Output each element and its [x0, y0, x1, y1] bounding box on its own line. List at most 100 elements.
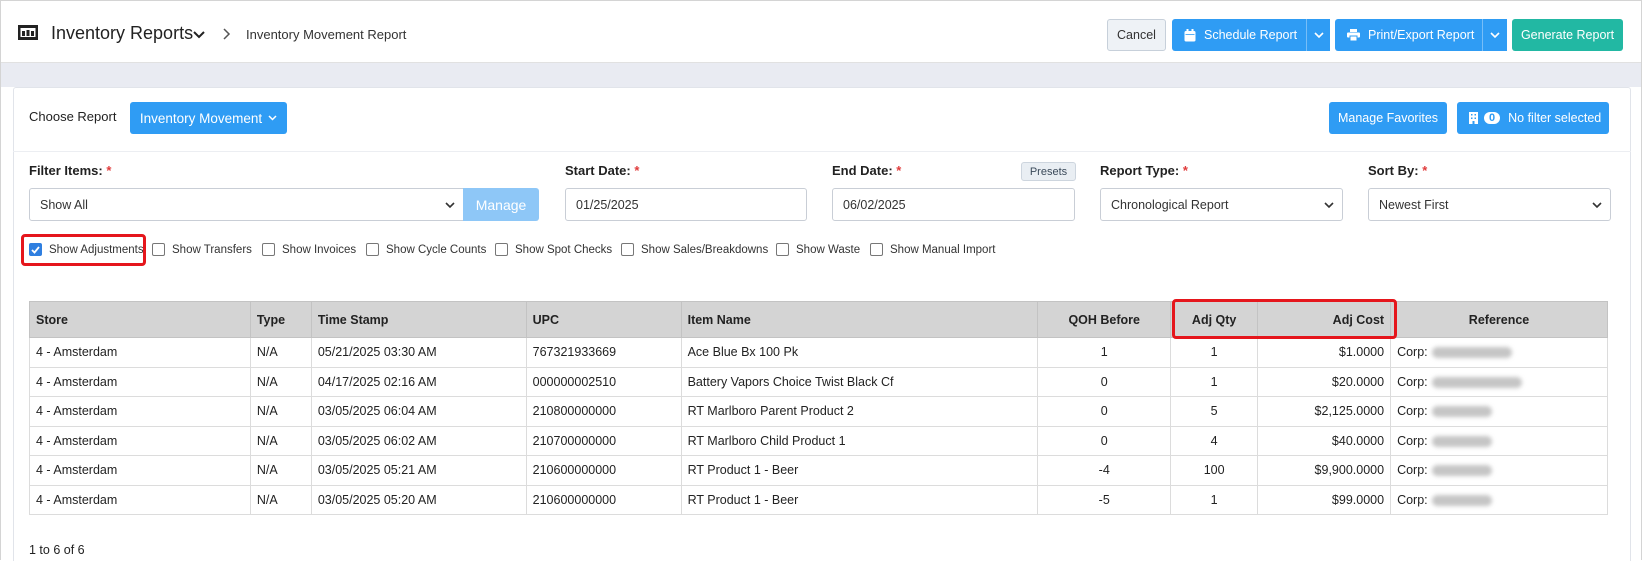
column-header-store[interactable]: Store — [29, 301, 251, 338]
cell-adj-cost: $9,900.0000 — [1257, 455, 1392, 486]
column-header-reference[interactable]: Reference — [1390, 301, 1608, 338]
filter-status-button[interactable]: 0 No filter selected — [1457, 102, 1609, 134]
manage-filter-button[interactable]: Manage — [463, 188, 539, 221]
column-header-adj-qty[interactable]: Adj Qty — [1170, 301, 1259, 338]
choose-report-label: Choose Report — [29, 109, 117, 124]
report-selector-label: Inventory Movement — [139, 110, 263, 126]
table-row: 4 - Amsterdam N/A 05/21/2025 03:30 AM 76… — [29, 337, 1608, 368]
schedule-report-label: Schedule Report — [1204, 28, 1298, 42]
checkbox-checked-icon[interactable] — [29, 243, 42, 256]
table-row: 4 - Amsterdam N/A 03/05/2025 05:21 AM 21… — [29, 455, 1608, 486]
cell-upc: 767321933669 — [525, 337, 682, 368]
checkbox-unchecked-icon[interactable] — [366, 243, 379, 256]
show-cycle-counts-checkbox[interactable]: Show Cycle Counts — [366, 243, 486, 256]
generate-report-button[interactable]: Generate Report — [1512, 19, 1623, 51]
show-sales-breakdowns-checkbox[interactable]: Show Sales/Breakdowns — [621, 243, 768, 256]
cell-store: 4 - Amsterdam — [29, 425, 251, 456]
cancel-button[interactable]: Cancel — [1107, 19, 1166, 51]
sort-by-value: Newest First — [1379, 197, 1449, 212]
start-date-input[interactable]: 01/25/2025 — [565, 188, 807, 221]
cell-reference: Corp: — [1390, 425, 1608, 456]
report-type-select[interactable]: Chronological Report — [1100, 188, 1343, 221]
show-manual-import-checkbox[interactable]: Show Manual Import — [870, 243, 995, 256]
column-header-adj-cost[interactable]: Adj Cost — [1257, 301, 1392, 338]
cell-adj-cost: $1.0000 — [1257, 337, 1392, 368]
cell-item-name: RT Marlboro Parent Product 2 — [680, 396, 1039, 427]
cell-adj-cost: $40.0000 — [1257, 425, 1392, 456]
cell-type: N/A — [249, 455, 312, 486]
column-header-upc[interactable]: UPC — [525, 301, 682, 338]
filter-count-badge: 0 — [1484, 112, 1501, 124]
app-title[interactable]: Inventory Reports — [51, 23, 193, 44]
show-spot-checks-checkbox[interactable]: Show Spot Checks — [495, 243, 612, 256]
filter-items-select[interactable]: Show All — [29, 188, 464, 221]
checkbox-label: Show Adjustments — [49, 243, 144, 256]
cell-upc: 210600000000 — [525, 484, 682, 515]
print-export-dropdown[interactable] — [1482, 19, 1506, 51]
report-selector-button[interactable]: Inventory Movement — [130, 102, 287, 134]
chevron-down-icon — [268, 115, 277, 121]
cell-reference: Corp: — [1390, 484, 1608, 515]
print-export-label: Print/Export Report — [1368, 28, 1475, 42]
cell-item-name: RT Product 1 - Beer — [680, 455, 1039, 486]
checkbox-unchecked-icon[interactable] — [262, 243, 275, 256]
sort-by-select[interactable]: Newest First — [1368, 188, 1611, 221]
end-date-input[interactable]: 06/02/2025 — [832, 188, 1075, 221]
reference-prefix: Corp: — [1397, 433, 1428, 448]
filter-status-label: No filter selected — [1508, 111, 1602, 125]
show-waste-checkbox[interactable]: Show Waste — [776, 243, 860, 256]
show-transfers-checkbox[interactable]: Show Transfers — [152, 243, 252, 256]
checkbox-unchecked-icon[interactable] — [870, 243, 883, 256]
manage-favorites-button[interactable]: Manage Favorites — [1329, 102, 1447, 134]
column-header-qoh-before[interactable]: QOH Before — [1037, 301, 1172, 338]
show-adjustments-checkbox[interactable]: Show Adjustments — [29, 243, 144, 256]
cell-qoh-before: 0 — [1037, 396, 1172, 427]
checkbox-label: Show Waste — [796, 243, 861, 256]
redacted-text — [1431, 435, 1492, 447]
column-header-item-name[interactable]: Item Name — [680, 301, 1039, 338]
checkbox-label: Show Sales/Breakdowns — [641, 243, 769, 256]
redacted-text — [1431, 494, 1492, 506]
cell-adj-cost: $2,125.0000 — [1257, 396, 1392, 427]
cell-type: N/A — [249, 366, 312, 397]
chevron-down-icon — [445, 202, 455, 209]
cell-adj-qty: 1 — [1170, 366, 1259, 397]
chevron-down-icon[interactable] — [193, 30, 205, 40]
column-header-type[interactable]: Type — [249, 301, 312, 338]
presets-button[interactable]: Presets — [1021, 162, 1076, 181]
checkbox-unchecked-icon[interactable] — [152, 243, 165, 256]
cell-store: 4 - Amsterdam — [29, 484, 251, 515]
show-invoices-checkbox[interactable]: Show Invoices — [262, 243, 356, 256]
redacted-text — [1431, 376, 1522, 388]
chevron-right-icon — [223, 28, 231, 40]
checkbox-label: Show Spot Checks — [515, 243, 613, 256]
reference-prefix: Corp: — [1397, 492, 1428, 507]
calendar-icon — [1184, 28, 1196, 41]
cell-qoh-before: 1 — [1037, 337, 1172, 368]
cell-qoh-before: -5 — [1037, 484, 1172, 515]
cell-reference: Corp: — [1390, 396, 1608, 427]
filter-items-value: Show All — [40, 197, 88, 212]
checkbox-unchecked-icon[interactable] — [621, 243, 634, 256]
cell-adj-cost: $20.0000 — [1257, 366, 1392, 397]
cell-qoh-before: 0 — [1037, 366, 1172, 397]
cell-reference: Corp: — [1390, 366, 1608, 397]
column-header-time-stamp[interactable]: Time Stamp — [310, 301, 527, 338]
breadcrumb-current: Inventory Movement Report — [246, 27, 407, 42]
end-date-label: End Date: * — [832, 163, 902, 178]
checkbox-unchecked-icon[interactable] — [776, 243, 789, 256]
checkbox-label: Show Transfers — [172, 243, 252, 256]
cell-time-stamp: 03/05/2025 05:20 AM — [310, 484, 527, 515]
cell-item-name: Battery Vapors Choice Twist Black Cf — [680, 366, 1039, 397]
cell-adj-qty: 1 — [1170, 337, 1259, 368]
cell-adj-qty: 100 — [1170, 455, 1259, 486]
filter-items-label: Filter Items: * — [29, 163, 112, 178]
table-row: 4 - Amsterdam N/A 03/05/2025 06:04 AM 21… — [29, 396, 1608, 427]
checkbox-unchecked-icon[interactable] — [495, 243, 508, 256]
redacted-text — [1431, 465, 1492, 477]
cell-qoh-before: -4 — [1037, 455, 1172, 486]
schedule-report-dropdown[interactable] — [1306, 19, 1330, 51]
cell-reference: Corp: — [1390, 455, 1608, 486]
cell-type: N/A — [249, 484, 312, 515]
table-row: 4 - Amsterdam N/A 03/05/2025 05:20 AM 21… — [29, 484, 1608, 515]
